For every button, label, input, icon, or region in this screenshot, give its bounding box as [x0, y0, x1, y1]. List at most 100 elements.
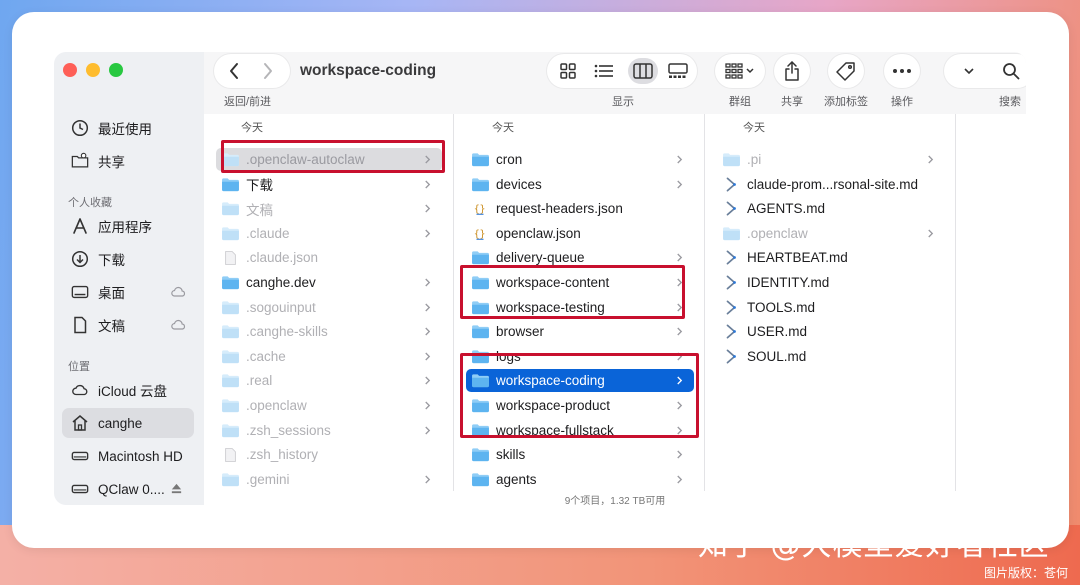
chevron-right-icon	[676, 473, 684, 485]
list-item-zsh-history[interactable]: .zsh_history	[216, 443, 442, 466]
sidebar-item-macintosh-hd[interactable]: Macintosh HD	[62, 441, 194, 471]
list-item-openclaw[interactable]: .openclaw	[717, 222, 945, 245]
eject-icon[interactable]	[170, 482, 188, 496]
markdown-file-icon	[721, 201, 741, 217]
list-item-user-md[interactable]: USER.md	[717, 320, 945, 343]
applications-icon	[70, 216, 90, 236]
search-button[interactable]	[994, 54, 1026, 88]
tag-button[interactable]	[828, 54, 864, 88]
list-item-claude[interactable]: .claude	[216, 222, 442, 245]
sidebar-item-应用程序[interactable]: 应用程序	[62, 211, 194, 241]
markdown-file-icon	[721, 348, 741, 364]
chevron-right-icon	[424, 178, 432, 190]
gallery-view-button[interactable]	[663, 58, 693, 84]
view-label: 显示	[612, 96, 634, 108]
group-label: 群组	[729, 96, 751, 108]
share-button[interactable]	[774, 54, 810, 88]
list-item-tools-md[interactable]: TOOLS.md	[717, 296, 945, 319]
json-file-icon: {}	[470, 225, 490, 241]
sidebar-item-文稿[interactable]: 文稿	[62, 310, 194, 340]
list-item-browser[interactable]: browser	[466, 320, 694, 343]
list-item-sogouinput[interactable]: .sogouinput	[216, 296, 442, 319]
list-item-claude-prom-rsonal-site-md[interactable]: claude-prom...rsonal-site.md	[717, 173, 945, 196]
cloud-icon	[70, 380, 90, 400]
markdown-file-icon	[721, 324, 741, 340]
actions-button[interactable]	[884, 54, 920, 88]
folder-icon	[220, 201, 240, 217]
svg-text:{}: {}	[474, 229, 486, 240]
list-item-zsh-sessions[interactable]: .zsh_sessions	[216, 419, 442, 442]
sidebar-item-桌面[interactable]: 桌面	[62, 277, 194, 307]
sidebar-item-canghe[interactable]: canghe	[62, 408, 194, 438]
list-item-下载[interactable]: 下载	[216, 173, 442, 196]
close-button[interactable]	[63, 63, 77, 77]
item-label: USER.md	[747, 324, 808, 340]
list-item-request-headers-json[interactable]: {} request-headers.json	[466, 197, 694, 220]
item-label: .cache	[246, 348, 286, 364]
list-item-agents[interactable]: agents	[466, 468, 694, 491]
sidebar-item-最近使用[interactable]: 最近使用	[62, 113, 194, 143]
list-item-soul-md[interactable]: SOUL.md	[717, 345, 945, 368]
chevron-right-icon	[676, 251, 684, 263]
markdown-file-icon	[721, 299, 741, 315]
folder-icon	[220, 225, 240, 241]
folder-icon	[721, 225, 741, 241]
list-item-claude-json[interactable]: .claude.json	[216, 246, 442, 269]
item-label: TOOLS.md	[747, 299, 816, 315]
back-button[interactable]	[224, 61, 244, 81]
sidebar-item-共享[interactable]: 共享	[62, 146, 194, 176]
view-switcher	[547, 54, 697, 88]
list-item-pi[interactable]: .pi	[717, 148, 945, 171]
markdown-file-icon	[721, 250, 741, 266]
column-view-button[interactable]	[628, 58, 658, 84]
image-credit: 图片版权：苍何	[983, 566, 1068, 580]
sidebar-item-label: QClaw 0....	[98, 481, 165, 497]
folder-icon	[470, 152, 490, 168]
folder-icon	[220, 275, 240, 291]
tag-icon	[836, 62, 855, 81]
sidebar-item-下载[interactable]: 下载	[62, 244, 194, 274]
watermark: 知乎 @大模型爱好者社区	[698, 528, 1050, 563]
list-item-cache[interactable]: .cache	[216, 345, 442, 368]
column-header: 今天	[241, 122, 263, 134]
group-button[interactable]	[715, 54, 765, 88]
list-item-identity-md[interactable]: IDENTITY.md	[717, 271, 945, 294]
markdown-file-icon	[721, 275, 741, 291]
forward-button[interactable]	[258, 61, 278, 81]
chevron-left-icon	[230, 63, 238, 79]
sidebar-item-label: Macintosh HD	[98, 448, 183, 464]
file-icon	[220, 447, 240, 463]
list-item-devices[interactable]: devices	[466, 173, 694, 196]
sidebar-item-label: 文稿	[98, 319, 125, 334]
list-view-button[interactable]	[589, 58, 619, 84]
clock-icon	[70, 118, 90, 138]
list-item-real[interactable]: .real	[216, 369, 442, 392]
list-item-canghe-skills[interactable]: .canghe-skills	[216, 320, 442, 343]
list-item-openclaw[interactable]: .openclaw	[216, 394, 442, 417]
chevron-right-icon	[424, 374, 432, 386]
folder-icon	[721, 152, 741, 168]
zoom-button[interactable]	[109, 63, 123, 77]
sidebar-item-icloud-云盘[interactable]: iCloud 云盘	[62, 375, 194, 405]
list-item-gemini[interactable]: .gemini	[216, 468, 442, 491]
minimize-button[interactable]	[86, 63, 100, 77]
list-item-skills[interactable]: skills	[466, 443, 694, 466]
status-bar: 9个项目，1.32 TB可用	[564, 496, 666, 505]
column-3: 今天 .pi claude-prom...rsonal-site.md AGENTS.…	[705, 114, 956, 491]
chevron-right-icon	[424, 202, 432, 214]
item-label: claude-prom...rsonal-site.md	[747, 176, 919, 192]
share-label: 共享	[781, 96, 803, 108]
sidebar-item-label: 共享	[98, 155, 125, 170]
list-item-heartbeat-md[interactable]: HEARTBEAT.md	[717, 246, 945, 269]
more-toolbar-button[interactable]	[952, 54, 986, 88]
folder-icon	[220, 176, 240, 192]
icon-view-button[interactable]	[553, 58, 583, 84]
list-item-文稿[interactable]: 文稿	[216, 197, 442, 220]
list-item-openclaw-json[interactable]: {} openclaw.json	[466, 222, 694, 245]
list-item-agents-md[interactable]: AGENTS.md	[717, 197, 945, 220]
list-item-canghe-dev[interactable]: canghe.dev	[216, 271, 442, 294]
list-icon	[594, 64, 613, 78]
sidebar-item-qclaw-0[interactable]: QClaw 0....	[62, 474, 194, 504]
chevron-right-icon	[424, 276, 432, 288]
list-item-cron[interactable]: cron	[466, 148, 694, 171]
